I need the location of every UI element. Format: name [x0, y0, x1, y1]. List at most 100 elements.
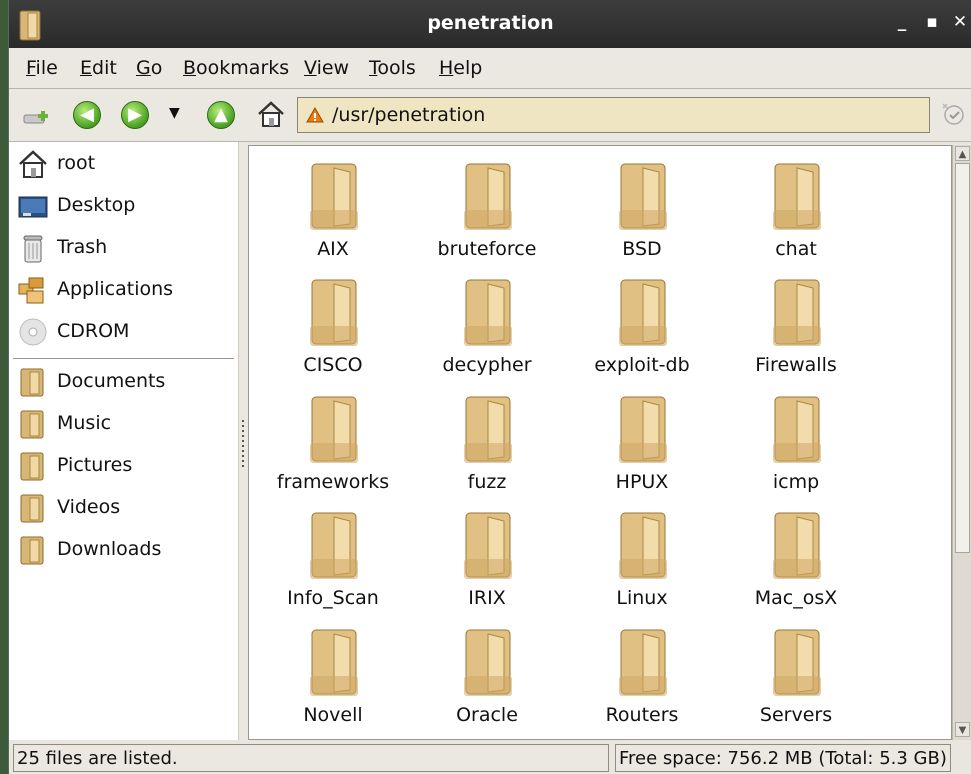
folder-item[interactable]: exploit-db: [567, 266, 717, 376]
folder-item[interactable]: IRIX: [412, 499, 562, 609]
menu-go[interactable]: Go: [136, 57, 162, 79]
folder-icon: [619, 512, 667, 579]
sidebar-item-documents[interactable]: Documents: [9, 362, 238, 400]
folder-item[interactable]: AIX: [258, 150, 408, 260]
sidebar-item-music[interactable]: Music: [9, 404, 238, 442]
forward-button[interactable]: ▶: [121, 101, 151, 131]
scroll-thumb[interactable]: [955, 163, 970, 553]
pane-splitter[interactable]: [239, 142, 248, 740]
menu-help[interactable]: Help: [439, 57, 482, 79]
status-file-count-text: 25 files are listed.: [17, 748, 178, 769]
sidebar-item-cdrom[interactable]: CDROM: [9, 312, 238, 350]
folder-item[interactable]: Firewalls: [721, 266, 871, 376]
sidebar-item-label: Trash: [57, 236, 108, 258]
back-button[interactable]: ◀: [73, 101, 103, 131]
new-tab-icon[interactable]: [21, 101, 51, 131]
sidebar-item-applications[interactable]: Applications: [9, 270, 238, 308]
folder-item[interactable]: Routers: [567, 616, 717, 726]
sidebar-item-label: Documents: [57, 370, 166, 392]
scroll-down-icon[interactable]: ▼: [955, 722, 970, 737]
maximize-button[interactable]: ▪: [921, 12, 943, 32]
folder-name: BSD: [622, 238, 662, 260]
folder-icon: [464, 279, 512, 346]
folder-name: Info_Scan: [287, 587, 379, 609]
folder-icon: [20, 452, 44, 481]
folder-item[interactable]: Novell: [258, 616, 408, 726]
folder-item[interactable]: bruteforce: [412, 150, 562, 260]
sidebar: root Desktop Trash Applications CDROM Do…: [9, 142, 239, 740]
title-bar[interactable]: penetration _ ▪ ✕: [9, 0, 971, 49]
folder-icon: [20, 368, 44, 397]
folder-item[interactable]: frameworks: [258, 383, 408, 493]
folder-name: decypher: [442, 354, 532, 376]
sidebar-item-pictures[interactable]: Pictures: [9, 446, 238, 484]
folder-item[interactable]: Servers: [721, 616, 871, 726]
location-bar[interactable]: /usr/penetration: [297, 97, 930, 133]
sidebar-item-label: Applications: [57, 278, 174, 300]
folder-icon: [773, 396, 821, 463]
folder-name: Mac_osX: [754, 587, 838, 609]
folder-item[interactable]: Info_Scan: [258, 499, 408, 609]
folder-name: frameworks: [276, 471, 390, 493]
menu-bookmarks[interactable]: Bookmarks: [183, 57, 289, 79]
folder-item[interactable]: Linux: [567, 499, 717, 609]
menu-bar: File Edit Go Bookmarks View Tools Help: [9, 48, 971, 88]
folder-item[interactable]: CISCO: [258, 266, 408, 376]
folder-item[interactable]: icmp: [721, 383, 871, 493]
menu-view[interactable]: View: [304, 57, 349, 79]
folder-name: bruteforce: [437, 238, 537, 260]
history-dropdown-icon[interactable]: ▼: [169, 105, 187, 135]
folder-name: Servers: [759, 704, 833, 726]
scroll-up-icon[interactable]: ▲: [955, 146, 970, 161]
trash-icon: [23, 235, 43, 263]
menu-view-label: iew: [316, 57, 350, 79]
vertical-scrollbar[interactable]: ▲ ▼: [952, 145, 971, 740]
folder-item[interactable]: Mac_osX: [721, 499, 871, 609]
sidebar-item-trash[interactable]: Trash: [9, 228, 238, 266]
folder-icon: [619, 163, 667, 230]
sidebar-item-label: Downloads: [57, 538, 162, 560]
folder-icon: [619, 279, 667, 346]
folder-item[interactable]: HPUX: [567, 383, 717, 493]
menu-go-label: o: [150, 57, 163, 79]
menu-tools-label: ools: [377, 57, 416, 79]
folder-icon: [773, 512, 821, 579]
file-manager-window: penetration _ ▪ ✕ File Edit Go Bookmarks…: [8, 0, 971, 774]
folder-icon: [20, 410, 44, 439]
splitter-grip[interactable]: [242, 420, 244, 468]
sidebar-item-label: CDROM: [57, 320, 130, 342]
close-button[interactable]: ✕: [949, 12, 971, 32]
menu-file[interactable]: File: [26, 57, 58, 79]
menu-bookmarks-mnemonic: B: [183, 57, 197, 79]
folder-name: exploit-db: [594, 354, 690, 376]
folder-item[interactable]: decypher: [412, 266, 562, 376]
menu-edit[interactable]: Edit: [80, 57, 117, 79]
folder-item[interactable]: Oracle: [412, 616, 562, 726]
status-bar: 25 files are listed. Free space: 756.2 M…: [9, 741, 971, 774]
menu-tools[interactable]: Tools: [369, 57, 416, 79]
sidebar-item-desktop[interactable]: Desktop: [9, 186, 238, 224]
menu-edit-mnemonic: E: [80, 57, 93, 79]
folder-item[interactable]: fuzz: [412, 383, 562, 493]
sidebar-item-videos[interactable]: Videos: [9, 488, 238, 526]
folder-icon: [464, 512, 512, 579]
status-file-count: 25 files are listed.: [13, 744, 609, 772]
home-icon[interactable]: [256, 99, 286, 129]
menu-bookmarks-label: ookmarks: [196, 57, 290, 79]
bookmark-add-icon[interactable]: [937, 98, 967, 128]
minimize-button[interactable]: _: [891, 12, 913, 32]
folder-icon: [310, 629, 358, 696]
menu-help-mnemonic: H: [439, 57, 454, 79]
window-title: penetration: [427, 12, 554, 34]
folder-icon: [773, 279, 821, 346]
folder-icon: [20, 494, 44, 523]
desktop-icon: [18, 196, 48, 218]
up-glyph: ▲: [214, 104, 228, 125]
folder-item[interactable]: BSD: [567, 150, 717, 260]
folder-icon: [464, 396, 512, 463]
folder-icon: [310, 396, 358, 463]
sidebar-item-downloads[interactable]: Downloads: [9, 530, 238, 568]
sidebar-item-root[interactable]: root: [9, 144, 238, 182]
up-button[interactable]: ▲: [207, 101, 237, 131]
folder-item[interactable]: chat: [721, 150, 871, 260]
